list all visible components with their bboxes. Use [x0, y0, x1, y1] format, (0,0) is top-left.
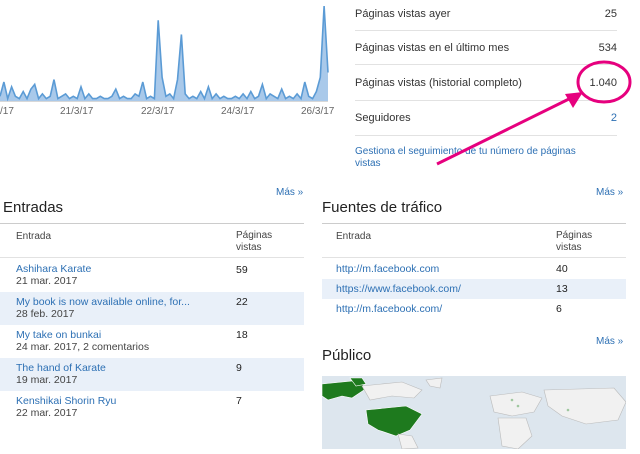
audience-world-map[interactable] — [321, 376, 627, 450]
table-row: http://m.facebook.com/ 6 — [322, 299, 626, 319]
traffic-title: Fuentes de tráfico — [322, 199, 443, 216]
more-link-entries[interactable]: Más » — [276, 187, 303, 198]
divider — [322, 223, 626, 224]
divider — [0, 257, 304, 258]
entry-date: 22 mar. 2017 — [16, 407, 78, 419]
traffic-views: 13 — [556, 283, 568, 295]
traffic-views: 40 — [556, 263, 568, 275]
divider — [322, 257, 626, 258]
table-row: http://m.facebook.com 40 — [322, 259, 626, 279]
x-tick-label: 21/3/17 — [60, 106, 94, 117]
x-tick-label: 22/3/17 — [141, 106, 175, 117]
stat-value: 25 — [604, 8, 617, 20]
entry-views: 9 — [236, 362, 242, 374]
stat-value: 1.040 — [589, 77, 617, 89]
entry-date: 19 mar. 2017 — [16, 374, 78, 386]
table-row: The hand of Karate 19 mar. 2017 9 — [0, 358, 304, 391]
manage-tracking-link[interactable]: Gestiona el seguimiento de tu número de … — [355, 146, 576, 170]
stat-label: Páginas vistas en el último mes — [355, 42, 510, 54]
table-row: https://www.facebook.com/ 13 — [322, 279, 626, 299]
stat-label: Páginas vistas ayer — [355, 8, 451, 20]
chart-line — [0, 5, 329, 102]
x-tick-label: 24/3/17 — [221, 106, 255, 117]
audience-title: Público — [322, 347, 372, 364]
entry-views: 18 — [236, 329, 248, 341]
followers-count-link[interactable]: 2 — [611, 112, 617, 124]
stat-label: Páginas vistas (historial completo) — [355, 77, 522, 89]
more-link-audience[interactable]: Más » — [596, 336, 623, 347]
entry-title-link[interactable]: The hand of Karate — [16, 362, 106, 374]
stat-label: Seguidores — [355, 112, 411, 124]
entry-views: 22 — [236, 296, 248, 308]
entry-title-link[interactable]: My take on bunkai — [16, 329, 149, 341]
link-text: vistas — [355, 158, 381, 169]
header-text: vistas — [236, 242, 262, 253]
entry-views: 7 — [236, 395, 242, 407]
traffic-col-views: Páginas vistas — [556, 230, 592, 254]
header-text: vistas — [556, 242, 582, 253]
entry-date: 28 feb. 2017 — [16, 308, 75, 320]
x-tick-label: 26/3/17 — [301, 106, 335, 117]
more-link-traffic[interactable]: Más » — [596, 187, 623, 198]
entries-col-views: Páginas vistas — [236, 230, 272, 254]
table-row: My book is now available online, for... … — [0, 292, 304, 325]
divider — [355, 135, 617, 136]
divider — [355, 64, 617, 65]
header-text: Páginas — [236, 230, 273, 241]
traffic-source-link[interactable]: http://m.facebook.com/ — [336, 303, 442, 315]
entry-title-link[interactable]: Kenshikai Shorin Ryu — [16, 395, 116, 407]
stat-value: 534 — [598, 42, 617, 54]
link-text: Gestiona el seguimiento de tu número de … — [355, 146, 576, 157]
traffic-col-entry: Entrada — [336, 231, 372, 242]
traffic-source-link[interactable]: https://www.facebook.com/ — [336, 283, 461, 295]
entries-title: Entradas — [3, 199, 64, 216]
divider — [355, 100, 617, 101]
divider — [355, 30, 617, 31]
entry-date: 21 mar. 2017 — [16, 275, 78, 287]
table-row: Ashihara Karate 21 mar. 2017 59 — [0, 259, 304, 292]
entry-views: 59 — [236, 264, 248, 276]
traffic-source-link[interactable]: http://m.facebook.com — [336, 263, 439, 275]
table-row: My take on bunkai 24 mar. 2017, 2 coment… — [0, 325, 304, 358]
traffic-views: 6 — [556, 303, 562, 315]
header-text: Páginas — [556, 230, 593, 241]
world-map-graphic — [321, 377, 627, 450]
table-row: Kenshikai Shorin Ryu 22 mar. 2017 7 — [0, 391, 304, 424]
entry-date: 24 mar. 2017, 2 comentarios — [16, 341, 150, 353]
entry-title-link[interactable]: My book is now available online, for... — [16, 296, 190, 308]
divider — [0, 223, 304, 224]
entries-col-entry: Entrada — [16, 231, 52, 242]
entry-title-link[interactable]: Ashihara Karate — [16, 263, 91, 275]
x-tick-label: /17 — [0, 106, 14, 117]
